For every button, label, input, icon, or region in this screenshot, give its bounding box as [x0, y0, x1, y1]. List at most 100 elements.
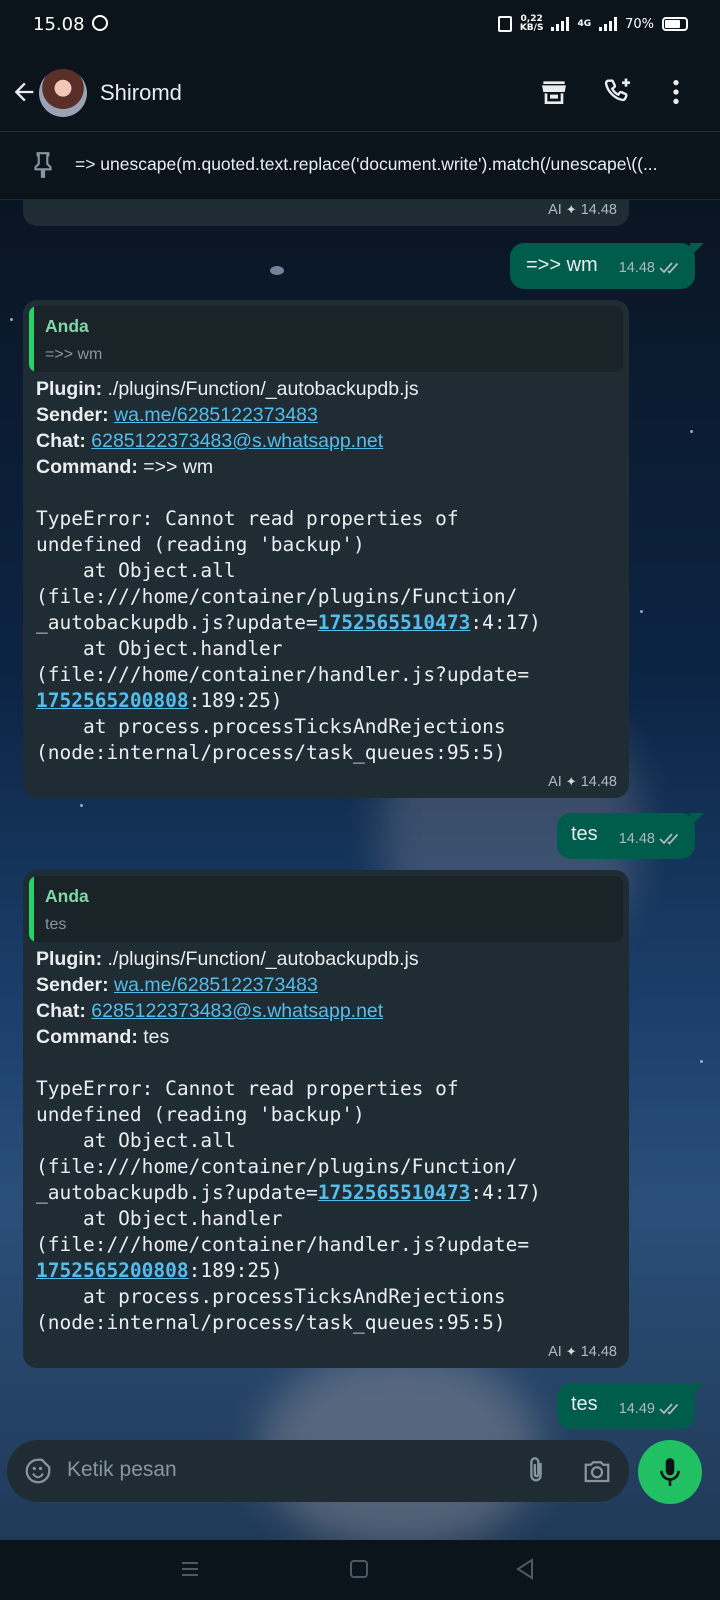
message-meta: 14.49 [619, 1401, 683, 1417]
message-time: 14.48 [618, 260, 655, 276]
bubble-tail [690, 243, 704, 257]
chat-link[interactable]: 6285122373483@s.whatsapp.net [91, 430, 383, 452]
home-icon[interactable] [350, 1560, 368, 1578]
chat-label: Chat: [36, 430, 86, 452]
message-outgoing[interactable]: tes 14.48 [557, 813, 695, 859]
avatar[interactable] [39, 69, 87, 117]
signal-icon-2 [599, 17, 618, 31]
ai-sparkle-icon: ✦ [565, 202, 577, 217]
camera-icon[interactable] [582, 1456, 612, 1486]
chat-line: Chat: 6285122373483@s.whatsapp.net [36, 428, 383, 454]
pinned-text: => unescape(m.quoted.text.replace('docum… [75, 154, 658, 174]
message-incoming[interactable]: Anda tes Plugin: ./plugins/Function/_aut… [23, 870, 629, 1368]
double-check-icon [659, 1403, 679, 1415]
nav-back-icon[interactable] [515, 1558, 535, 1580]
ai-label: AI [548, 774, 562, 790]
plugin-label: Plugin: [36, 948, 103, 970]
quote-author: Anda [45, 316, 89, 336]
error-text: :189:25) [188, 1259, 283, 1282]
error-line: 1752565200808:189:25) [36, 1258, 283, 1284]
plugin-value: ./plugins/Function/_autobackupdb.js [107, 948, 419, 970]
more-vert-icon[interactable] [660, 76, 692, 108]
add-call-icon[interactable] [602, 76, 634, 108]
whatsapp-notification-icon [92, 15, 108, 31]
quote-text: tes [45, 916, 67, 933]
message-outgoing[interactable]: tes 14.49 [557, 1383, 695, 1429]
error-line: at Object.all [36, 1129, 236, 1152]
speed-unit: KB/S [519, 23, 544, 33]
message-meta: AI ✦ 14.48 [548, 202, 617, 218]
command-value: tes [143, 1026, 170, 1048]
quoted-message[interactable]: Anda =>> wm [29, 306, 623, 372]
attach-icon[interactable] [522, 1456, 550, 1486]
error-line: at Object.handler [36, 637, 283, 660]
status-indicators: 0,22 KB/S 4G 70% [497, 12, 688, 36]
quote-accent-bar [29, 306, 34, 372]
wallpaper-star [640, 610, 643, 613]
back-arrow-icon[interactable] [10, 78, 38, 106]
message-input[interactable]: Ketik pesan [67, 1458, 177, 1482]
sender-link[interactable]: wa.me/6285122373483 [114, 974, 318, 996]
pinned-message-bar[interactable]: => unescape(m.quoted.text.replace('docum… [0, 132, 720, 200]
sender-link[interactable]: wa.me/6285122373483 [114, 404, 318, 426]
network-speed: 0,22 KB/S [520, 15, 544, 33]
bubble-tail [690, 813, 704, 827]
message-text: tes [571, 1393, 598, 1415]
phone-number-link[interactable]: 1752565200808 [36, 1259, 189, 1282]
error-line: at process.processTicksAndRejections [36, 1285, 506, 1308]
status-bar: 15.08 0,22 KB/S 4G 70% [0, 0, 720, 52]
message-incoming[interactable]: Anda =>> wm Plugin: ./plugins/Function/_… [23, 300, 629, 798]
signal-icon [551, 17, 570, 31]
error-line: TypeError: Cannot read properties of [36, 507, 459, 530]
message-outgoing[interactable]: =>> wm 14.48 [510, 243, 695, 289]
error-line: undefined (reading 'backup') [36, 533, 365, 556]
wallpaper-star [690, 430, 693, 433]
message-time: 14.48 [580, 774, 617, 790]
message-text: =>> wm [526, 254, 598, 276]
shop-icon[interactable] [538, 76, 570, 108]
status-time: 15.08 [33, 14, 85, 35]
message-incoming-partial[interactable]: AI ✦ 14.48 [23, 200, 629, 226]
error-line: _autobackupdb.js?update=1752565510473:4:… [36, 1180, 541, 1206]
quoted-message[interactable]: Anda tes [29, 876, 623, 942]
voice-record-button[interactable] [638, 1440, 702, 1504]
error-text: _autobackupdb.js?update= [36, 611, 318, 634]
message-time: 14.49 [618, 1401, 655, 1417]
chat-area[interactable]: AI ✦ 14.48 =>> wm 14.48 Anda =>> wm Plug… [0, 200, 720, 1540]
contact-name[interactable]: Shiromd [100, 80, 182, 106]
error-text: :189:25) [188, 689, 283, 712]
command-line: Command: tes [36, 1024, 169, 1050]
recents-icon[interactable] [180, 1559, 200, 1579]
wallpaper-star [700, 1060, 703, 1063]
message-composer[interactable]: Ketik pesan [7, 1440, 629, 1502]
ai-label: AI [548, 1344, 562, 1360]
phone-number-link[interactable]: 1752565510473 [318, 1181, 471, 1204]
vibrate-icon [497, 16, 512, 32]
phone-number-link[interactable]: 1752565510473 [318, 611, 471, 634]
mic-icon [660, 1458, 680, 1486]
error-line: 1752565200808:189:25) [36, 688, 283, 714]
error-line: (file:///home/container/plugins/Function… [36, 1155, 518, 1178]
chat-link[interactable]: 6285122373483@s.whatsapp.net [91, 1000, 383, 1022]
error-text: :4:17) [470, 1181, 541, 1204]
battery-percent: 70% [625, 16, 654, 32]
plugin-value: ./plugins/Function/_autobackupdb.js [107, 378, 419, 400]
system-nav-bar [0, 1540, 720, 1600]
ai-sparkle-icon: ✦ [565, 1344, 577, 1359]
command-label: Command: [36, 1026, 138, 1048]
message-time: 14.48 [580, 1344, 617, 1360]
command-line: Command: =>> wm [36, 454, 213, 480]
network-type: 4G [577, 19, 592, 29]
error-text: _autobackupdb.js?update= [36, 1181, 318, 1204]
quote-author: Anda [45, 886, 89, 906]
message-meta: AI ✦ 14.48 [548, 1344, 617, 1360]
phone-number-link[interactable]: 1752565200808 [36, 689, 189, 712]
wallpaper-star [80, 804, 83, 807]
emoji-icon[interactable] [23, 1456, 53, 1486]
error-line: at process.processTicksAndRejections [36, 715, 506, 738]
message-time: 14.48 [580, 202, 617, 218]
chat-header: Shiromd [0, 52, 720, 132]
double-check-icon [659, 262, 679, 274]
error-line: _autobackupdb.js?update=1752565510473:4:… [36, 610, 541, 636]
error-line: (file:///home/container/handler.js?updat… [36, 1233, 530, 1256]
